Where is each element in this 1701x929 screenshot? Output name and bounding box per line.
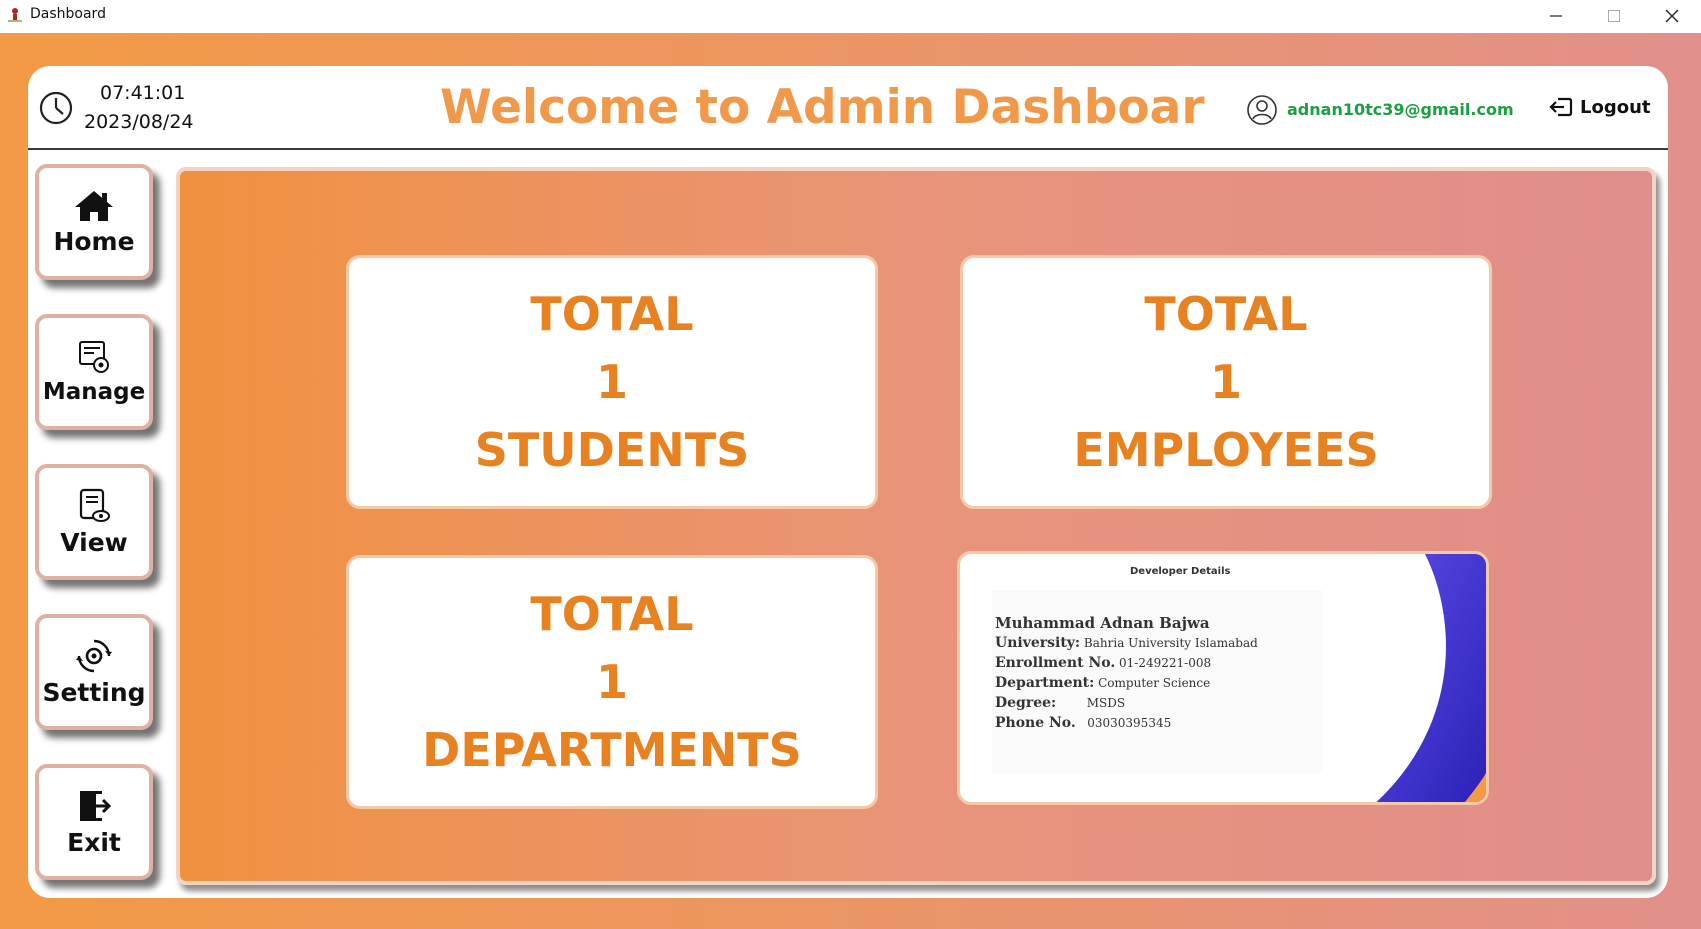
university-value: Bahria University Islamabad <box>1083 636 1258 650</box>
sidebar-item-home[interactable]: Home <box>35 164 153 280</box>
card-heading: TOTAL <box>1144 287 1308 341</box>
degree-label: Degree: <box>995 695 1057 711</box>
developer-title: Developer Details <box>1130 566 1231 577</box>
department-label: Department: <box>995 675 1095 691</box>
maximize-icon <box>1608 9 1620 22</box>
sidebar-item-manage[interactable]: Manage <box>35 314 153 430</box>
card-count: 1 <box>1209 355 1242 409</box>
sidebar-item-label: Exit <box>67 827 121 857</box>
sidebar-item-setting[interactable]: Setting <box>35 614 153 730</box>
enrollment-label: Enrollment No. <box>995 655 1116 671</box>
clock-icon <box>39 91 73 125</box>
card-label: DEPARTMENTS <box>422 723 802 777</box>
card-label: STUDENTS <box>474 423 750 477</box>
clock-date: 2023/08/24 <box>84 111 194 133</box>
close-button[interactable] <box>1643 0 1701 31</box>
sidebar-item-label: Home <box>53 226 135 256</box>
developer-info: Muhammad Adnan Bajwa University: Bahria … <box>995 613 1258 733</box>
close-icon <box>1665 9 1679 22</box>
sidebar-item-label: Manage <box>42 379 146 405</box>
logout-icon <box>1549 97 1573 117</box>
clock-time: 07:41:01 <box>100 82 186 104</box>
total-departments-card: TOTAL 1 DEPARTMENTS <box>346 555 878 809</box>
sidebar-item-label: Setting <box>42 677 146 707</box>
university-label: University: <box>995 635 1081 651</box>
phone-label: Phone No. <box>995 715 1076 731</box>
sidebar-item-exit[interactable]: Exit <box>35 764 153 880</box>
app-logo-icon <box>8 8 22 22</box>
logout-label: Logout <box>1580 96 1651 118</box>
total-students-card: TOTAL 1 STUDENTS <box>346 255 878 509</box>
sidebar-item-label: View <box>60 527 128 557</box>
view-icon <box>79 488 110 522</box>
degree-value: MSDS <box>1086 696 1126 710</box>
manage-icon <box>79 341 109 373</box>
window-title: Dashboard <box>30 6 106 22</box>
total-employees-card: TOTAL 1 EMPLOYEES <box>960 255 1492 509</box>
home-icon <box>75 190 113 221</box>
minimize-icon <box>1550 14 1562 17</box>
card-heading: TOTAL <box>530 587 694 641</box>
maximize-button[interactable] <box>1585 0 1643 31</box>
phone-value: 03030395345 <box>1087 716 1172 730</box>
card-count: 1 <box>595 355 628 409</box>
sidebar-item-view[interactable]: View <box>35 464 153 580</box>
user-icon <box>1247 95 1277 125</box>
developer-name: Muhammad Adnan Bajwa <box>995 614 1210 632</box>
logout-button[interactable]: Logout <box>1548 96 1651 118</box>
card-count: 1 <box>595 655 628 709</box>
card-label: EMPLOYEES <box>1073 423 1379 477</box>
user-email: adnan10tc39@gmail.com <box>1287 100 1514 119</box>
header-divider <box>28 148 1668 150</box>
exit-icon <box>80 790 112 821</box>
setting-icon <box>76 639 112 672</box>
window-titlebar: Dashboard <box>0 0 1701 33</box>
enrollment-value: 01-249221-008 <box>1119 656 1212 670</box>
card-heading: TOTAL <box>530 287 694 341</box>
page-title: Welcome to Admin Dashboar <box>440 80 1205 135</box>
minimize-button[interactable] <box>1527 0 1585 31</box>
department-value: Computer Science <box>1098 676 1211 690</box>
developer-details-card: Developer Details Muhammad Adnan Bajwa U… <box>957 551 1489 805</box>
